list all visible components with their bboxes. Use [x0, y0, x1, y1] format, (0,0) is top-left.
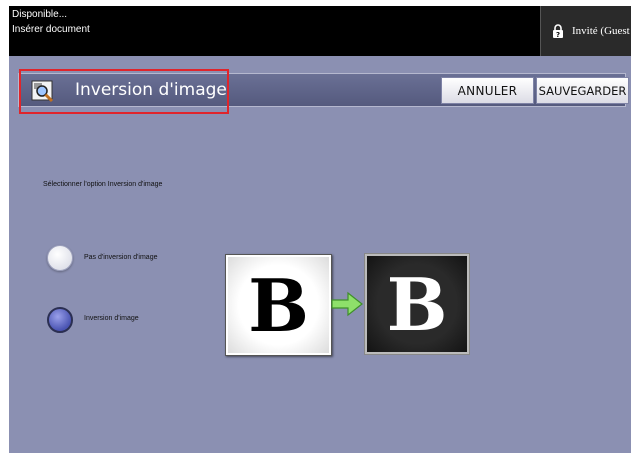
- cancel-button[interactable]: ANNULER: [441, 77, 534, 104]
- title-highlight: [19, 69, 229, 114]
- lock-question-icon: ?: [553, 24, 563, 38]
- status-subtext: Insérer document: [12, 24, 90, 35]
- save-button[interactable]: SAUVEGARDER: [536, 77, 629, 104]
- status-bar: Disponible... Insérer document ? Invité …: [9, 6, 631, 56]
- copier-screen: Disponible... Insérer document ? Invité …: [9, 6, 631, 453]
- radio-inversion[interactable]: [47, 307, 73, 333]
- preview-inverted-image: B: [364, 253, 470, 355]
- user-label: Invité (Guest: [572, 25, 630, 37]
- option-label-no-inversion: Pas d'inversion d'image: [84, 254, 158, 261]
- status-text: Disponible...: [12, 9, 68, 20]
- svg-text:?: ?: [556, 31, 560, 38]
- arrow-right-icon: [331, 291, 363, 317]
- radio-no-inversion[interactable]: [47, 245, 73, 271]
- preview-normal-image: B: [225, 254, 332, 356]
- instruction-text: Sélectionner l'option Inversion d'image: [43, 181, 163, 188]
- user-button[interactable]: ? Invité (Guest: [540, 6, 631, 56]
- option-label-inversion: Inversion d'image: [84, 315, 139, 322]
